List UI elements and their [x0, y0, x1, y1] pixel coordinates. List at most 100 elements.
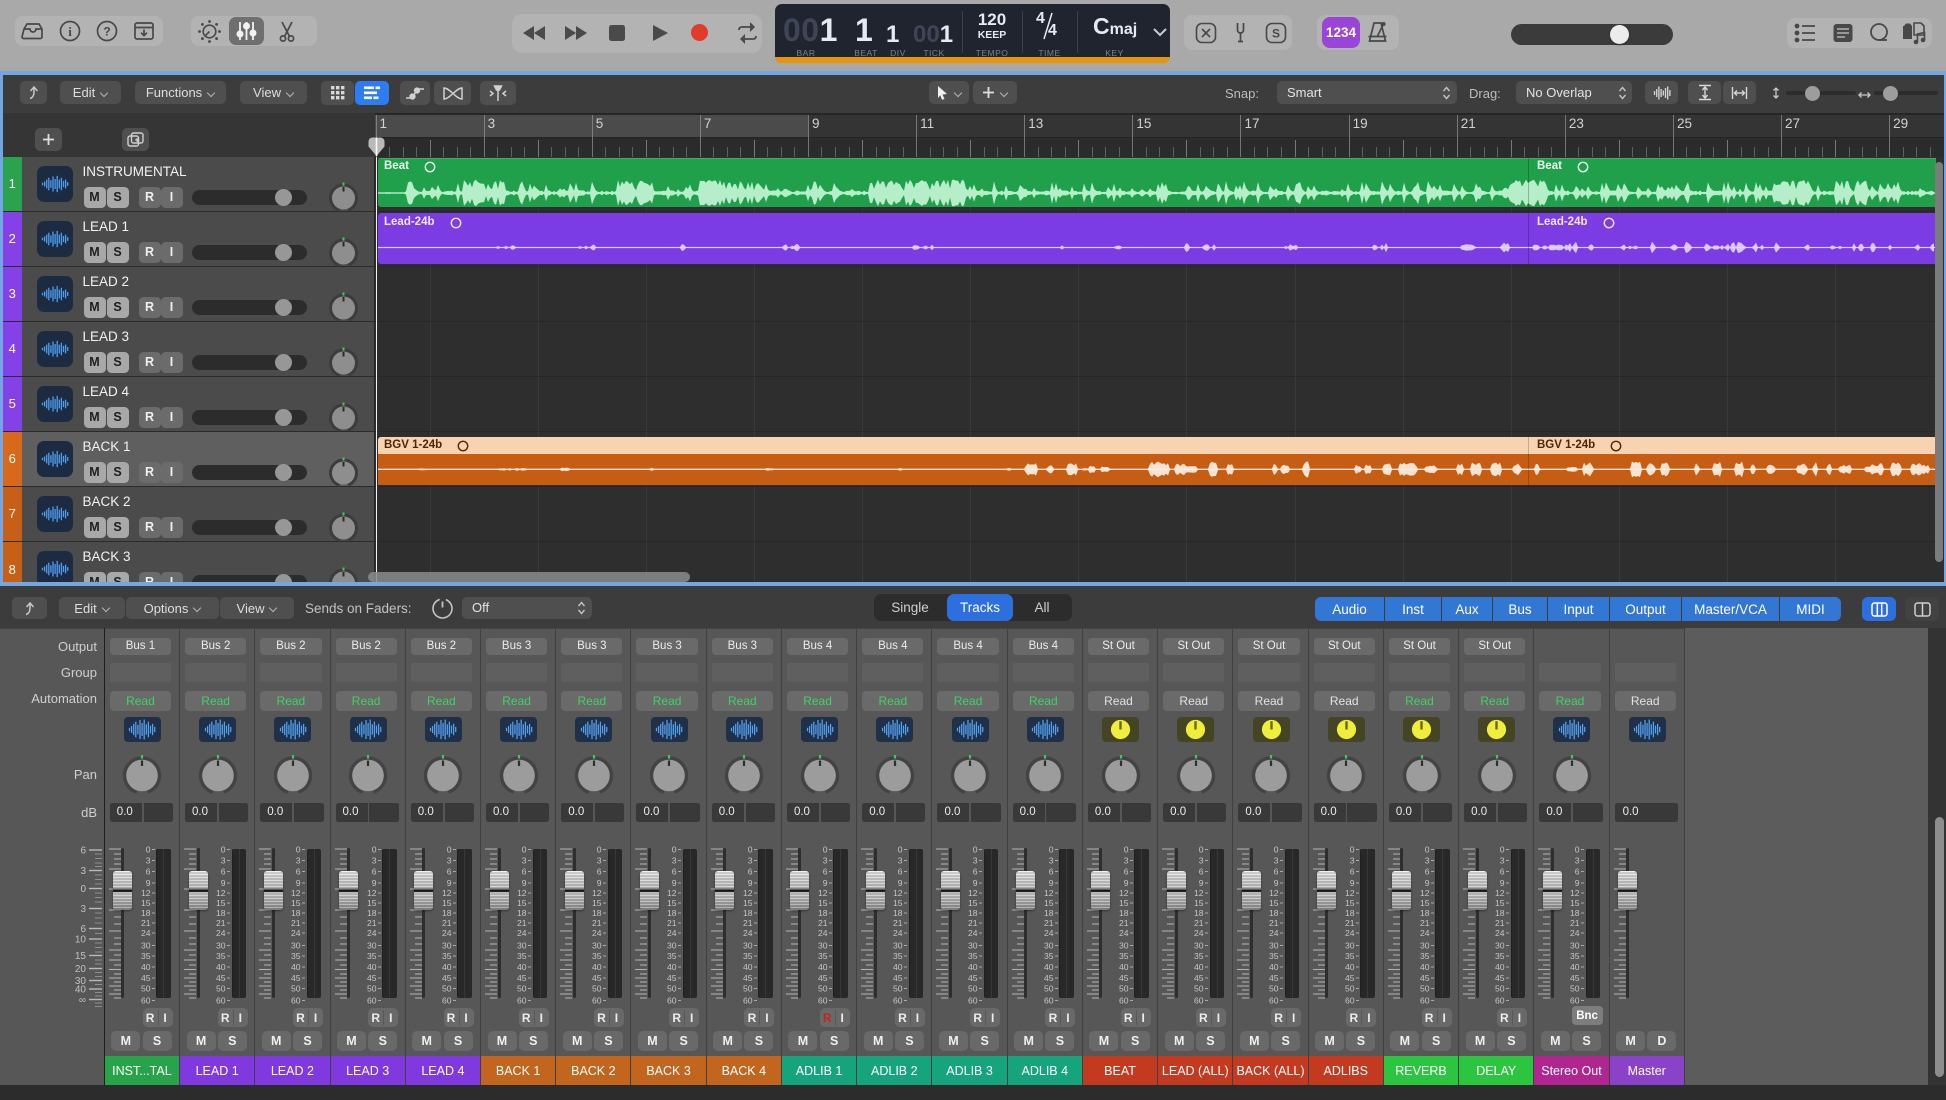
- svg-text:60: 60: [291, 996, 301, 1006]
- svg-text:45: 45: [517, 973, 527, 983]
- svg-text:18: 18: [667, 908, 677, 918]
- svg-text:∞: ∞: [79, 995, 86, 1006]
- svg-text:0: 0: [146, 845, 151, 855]
- svg-text:50: 50: [366, 984, 376, 994]
- svg-text:30: 30: [592, 941, 602, 951]
- svg-text:45: 45: [1044, 973, 1054, 983]
- svg-text:6: 6: [371, 867, 376, 877]
- svg-text:20: 20: [75, 964, 87, 975]
- svg-text:15: 15: [1269, 898, 1279, 908]
- svg-text:30: 30: [1420, 941, 1430, 951]
- svg-text:35: 35: [1194, 951, 1204, 961]
- svg-text:50: 50: [893, 984, 903, 994]
- svg-text:15: 15: [1345, 898, 1355, 908]
- svg-text:24: 24: [442, 928, 452, 938]
- svg-text:15: 15: [592, 898, 602, 908]
- svg-text:60: 60: [442, 996, 452, 1006]
- svg-text:21: 21: [517, 918, 527, 928]
- svg-text:35: 35: [141, 951, 151, 961]
- svg-text:15: 15: [1420, 898, 1430, 908]
- svg-text:0: 0: [296, 845, 301, 855]
- svg-text:24: 24: [141, 928, 151, 938]
- svg-text:0: 0: [446, 845, 451, 855]
- svg-text:15: 15: [442, 898, 452, 908]
- svg-text:9: 9: [672, 878, 677, 888]
- svg-text:40: 40: [291, 962, 301, 972]
- svg-text:45: 45: [592, 973, 602, 983]
- svg-text:45: 45: [667, 973, 677, 983]
- svg-text:0: 0: [80, 884, 86, 895]
- svg-text:12: 12: [1119, 888, 1129, 898]
- svg-text:35: 35: [1044, 951, 1054, 961]
- svg-text:60: 60: [592, 996, 602, 1006]
- svg-text:3: 3: [1199, 856, 1204, 866]
- svg-text:30: 30: [818, 941, 828, 951]
- svg-text:35: 35: [667, 951, 677, 961]
- svg-text:21: 21: [1044, 918, 1054, 928]
- svg-text:45: 45: [743, 973, 753, 983]
- svg-text:40: 40: [1194, 962, 1204, 972]
- svg-text:18: 18: [1194, 908, 1204, 918]
- svg-text:18: 18: [1495, 908, 1505, 918]
- svg-text:40: 40: [442, 962, 452, 972]
- svg-text:35: 35: [366, 951, 376, 961]
- svg-text:0: 0: [371, 845, 376, 855]
- svg-text:3: 3: [1349, 856, 1354, 866]
- svg-text:i: i: [68, 24, 72, 39]
- svg-text:35: 35: [216, 951, 226, 961]
- svg-text:15: 15: [1495, 898, 1505, 908]
- svg-text:6: 6: [522, 867, 527, 877]
- svg-text:50: 50: [1345, 984, 1355, 994]
- svg-text:6: 6: [1425, 867, 1430, 877]
- svg-text:12: 12: [592, 888, 602, 898]
- svg-text:60: 60: [216, 996, 226, 1006]
- svg-text:9: 9: [1048, 878, 1053, 888]
- svg-text:12: 12: [968, 888, 978, 898]
- svg-text:10: 10: [75, 935, 87, 946]
- svg-text:35: 35: [291, 951, 301, 961]
- svg-text:21: 21: [667, 918, 677, 928]
- svg-text:40: 40: [1495, 962, 1505, 972]
- svg-text:35: 35: [442, 951, 452, 961]
- svg-text:0: 0: [1349, 845, 1354, 855]
- svg-text:9: 9: [973, 878, 978, 888]
- svg-text:50: 50: [442, 984, 452, 994]
- svg-text:9: 9: [597, 878, 602, 888]
- svg-text:12: 12: [1570, 888, 1580, 898]
- svg-text:6: 6: [446, 867, 451, 877]
- svg-text:24: 24: [291, 928, 301, 938]
- svg-text:60: 60: [517, 996, 527, 1006]
- svg-text:40: 40: [216, 962, 226, 972]
- svg-text:15: 15: [141, 898, 151, 908]
- svg-text:45: 45: [818, 973, 828, 983]
- svg-text:40: 40: [743, 962, 753, 972]
- svg-text:0: 0: [973, 845, 978, 855]
- svg-text:6: 6: [898, 867, 903, 877]
- svg-text:40: 40: [667, 962, 677, 972]
- svg-text:0: 0: [1500, 845, 1505, 855]
- svg-text:45: 45: [366, 973, 376, 983]
- svg-text:21: 21: [1495, 918, 1505, 928]
- svg-text:12: 12: [442, 888, 452, 898]
- svg-text:21: 21: [1570, 918, 1580, 928]
- svg-text:18: 18: [1044, 908, 1054, 918]
- svg-text:12: 12: [1269, 888, 1279, 898]
- svg-text:9: 9: [747, 878, 752, 888]
- svg-text:12: 12: [517, 888, 527, 898]
- svg-text:21: 21: [1420, 918, 1430, 928]
- svg-text:12: 12: [743, 888, 753, 898]
- svg-text:3: 3: [146, 856, 151, 866]
- svg-text:15: 15: [818, 898, 828, 908]
- svg-text:18: 18: [1345, 908, 1355, 918]
- svg-text:24: 24: [1044, 928, 1054, 938]
- svg-text:9: 9: [296, 878, 301, 888]
- svg-text:6: 6: [747, 867, 752, 877]
- svg-text:40: 40: [1570, 962, 1580, 972]
- svg-text:18: 18: [1420, 908, 1430, 918]
- svg-text:45: 45: [1345, 973, 1355, 983]
- svg-text:40: 40: [968, 962, 978, 972]
- svg-text:3: 3: [973, 856, 978, 866]
- svg-text:30: 30: [216, 941, 226, 951]
- svg-text:15: 15: [75, 951, 87, 962]
- svg-text:18: 18: [517, 908, 527, 918]
